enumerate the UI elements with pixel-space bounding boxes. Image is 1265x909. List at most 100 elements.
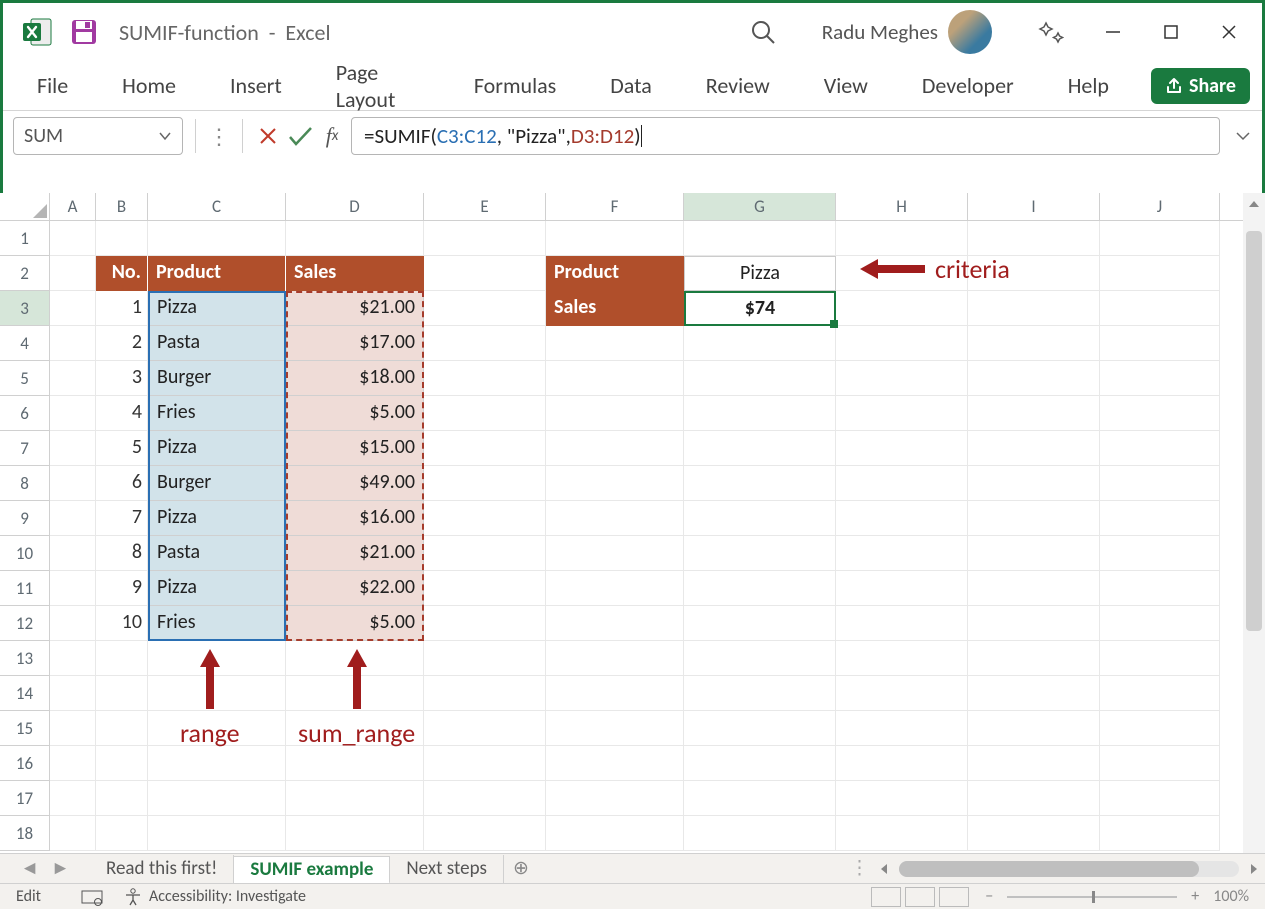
add-sheet-button[interactable]: ⊕ — [504, 857, 538, 880]
scroll-left-icon[interactable] — [877, 862, 891, 876]
avatar[interactable] — [948, 10, 992, 54]
tab-insert[interactable]: Insert — [218, 66, 294, 105]
select-all-button[interactable] — [0, 193, 50, 220]
cell-sales[interactable]: $49.00 — [286, 466, 424, 501]
row-header-15[interactable]: 15 — [0, 711, 50, 746]
cell-sales[interactable]: $22.00 — [286, 571, 424, 606]
row-header-9[interactable]: 9 — [0, 501, 50, 536]
cell-product[interactable]: Pasta — [148, 326, 286, 361]
row-header-5[interactable]: 5 — [0, 361, 50, 396]
cell-product[interactable]: Pizza — [148, 431, 286, 466]
cell-no[interactable]: 8 — [96, 536, 148, 571]
cell-sales[interactable]: $18.00 — [286, 361, 424, 396]
tab-formulas[interactable]: Formulas — [462, 66, 568, 105]
row-header-14[interactable]: 14 — [0, 676, 50, 711]
zoom-in-button[interactable]: + — [1191, 887, 1199, 906]
cell-product[interactable]: Burger — [148, 361, 286, 396]
sheet-tab-read[interactable]: Read this first! — [90, 855, 234, 883]
table-row[interactable]: 3Burger$18.00 — [96, 361, 424, 396]
sheet-tab-sumif[interactable]: SUMIF example — [234, 856, 390, 884]
view-pagelayout-button[interactable] — [905, 887, 935, 907]
col-header-A[interactable]: A — [50, 193, 96, 220]
row-header-11[interactable]: 11 — [0, 571, 50, 606]
header-product[interactable]: Product — [148, 256, 286, 291]
vertical-scrollbar[interactable] — [1243, 193, 1265, 859]
cell-sales[interactable]: $5.00 — [286, 606, 424, 641]
criteria-product-label[interactable]: Product — [546, 256, 684, 291]
row-header-16[interactable]: 16 — [0, 746, 50, 781]
col-header-F[interactable]: F — [546, 193, 684, 220]
sheet-tab-next[interactable]: Next steps — [390, 855, 504, 883]
cell-no[interactable]: 4 — [96, 396, 148, 431]
cell-product[interactable]: Pasta — [148, 536, 286, 571]
sparkle-icon[interactable] — [1022, 4, 1080, 60]
row-header-13[interactable]: 13 — [0, 641, 50, 676]
horizontal-scroll-thumb[interactable] — [899, 861, 1199, 877]
col-header-J[interactable]: J — [1100, 193, 1220, 220]
table-row[interactable]: 6Burger$49.00 — [96, 466, 424, 501]
cell-no[interactable]: 9 — [96, 571, 148, 606]
share-button[interactable]: Share — [1151, 68, 1250, 104]
sheet-nav-arrows[interactable]: ◄► — [0, 857, 90, 880]
maximize-button[interactable] — [1142, 4, 1200, 60]
tab-review[interactable]: Review — [694, 66, 782, 105]
cell-sales[interactable]: $17.00 — [286, 326, 424, 361]
minimize-button[interactable] — [1084, 4, 1142, 60]
cell-sales[interactable]: $21.00 — [286, 536, 424, 571]
formula-input[interactable]: =SUMIF(C3:C12, "Pizza", D3:D12) — [351, 117, 1220, 155]
zoom-out-button[interactable]: − — [985, 887, 993, 906]
header-no[interactable]: No. — [96, 256, 148, 291]
table-row[interactable]: 2Pasta$17.00 — [96, 326, 424, 361]
cell-no[interactable]: 1 — [96, 291, 148, 326]
chevron-down-icon[interactable] — [158, 129, 172, 143]
tab-home[interactable]: Home — [110, 66, 188, 105]
table-row[interactable]: 5Pizza$15.00 — [96, 431, 424, 466]
row-header-7[interactable]: 7 — [0, 431, 50, 466]
row-header-8[interactable]: 8 — [0, 466, 50, 501]
tab-developer[interactable]: Developer — [910, 66, 1026, 105]
zoom-slider[interactable] — [1007, 896, 1177, 898]
close-button[interactable] — [1200, 4, 1258, 60]
cell-no[interactable]: 3 — [96, 361, 148, 396]
user-name[interactable]: Radu Meghes — [822, 19, 938, 45]
cell-sales[interactable]: $15.00 — [286, 431, 424, 466]
header-sales[interactable]: Sales — [286, 256, 424, 291]
cell-sales[interactable]: $5.00 — [286, 396, 424, 431]
tab-data[interactable]: Data — [598, 66, 664, 105]
cell-sales[interactable]: $16.00 — [286, 501, 424, 536]
vertical-scroll-thumb[interactable] — [1246, 231, 1262, 631]
cell-product[interactable]: Pizza — [148, 501, 286, 536]
row-header-1[interactable]: 1 — [0, 221, 50, 256]
table-row[interactable]: 9Pizza$22.00 — [96, 571, 424, 606]
table-row[interactable]: 10Fries$5.00 — [96, 606, 424, 641]
enter-formula-button[interactable] — [287, 123, 313, 149]
name-box[interactable]: SUM — [13, 117, 183, 155]
row-header-18[interactable]: 18 — [0, 816, 50, 851]
view-pagebreak-button[interactable] — [939, 887, 969, 907]
col-header-E[interactable]: E — [424, 193, 546, 220]
row-header-17[interactable]: 17 — [0, 781, 50, 816]
criteria-sales-value[interactable]: $74 — [684, 291, 836, 326]
cell-product[interactable]: Pizza — [148, 571, 286, 606]
cell-no[interactable]: 6 — [96, 466, 148, 501]
tab-view[interactable]: View — [812, 66, 880, 105]
table-row[interactable]: 7Pizza$16.00 — [96, 501, 424, 536]
cell-product[interactable]: Fries — [148, 606, 286, 641]
row-header-12[interactable]: 12 — [0, 606, 50, 641]
cell-no[interactable]: 10 — [96, 606, 148, 641]
row-header-6[interactable]: 6 — [0, 396, 50, 431]
table-row[interactable]: 1Pizza$21.00 — [96, 291, 424, 326]
criteria-sales-label[interactable]: Sales — [546, 291, 684, 326]
cell-product[interactable]: Burger — [148, 466, 286, 501]
criteria-product-value[interactable]: Pizza — [684, 256, 836, 291]
cell-no[interactable]: 7 — [96, 501, 148, 536]
cell-product[interactable]: Pizza — [148, 291, 286, 326]
cell-sales[interactable]: $21.00 — [286, 291, 424, 326]
row-header-10[interactable]: 10 — [0, 536, 50, 571]
col-header-B[interactable]: B — [96, 193, 148, 220]
col-header-D[interactable]: D — [286, 193, 424, 220]
macro-record-icon[interactable] — [81, 888, 103, 906]
view-normal-button[interactable] — [871, 887, 901, 907]
col-header-I[interactable]: I — [968, 193, 1100, 220]
search-icon[interactable] — [750, 19, 776, 45]
